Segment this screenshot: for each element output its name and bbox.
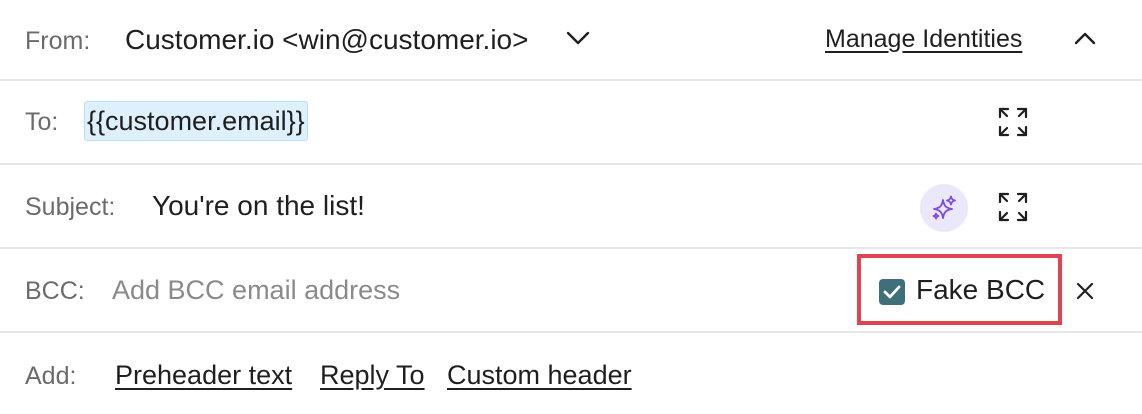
reply-to-link[interactable]: Reply To <box>320 360 425 391</box>
fake-bcc-label[interactable]: Fake BCC <box>916 274 1045 306</box>
fake-bcc-highlight: Fake BCC <box>857 254 1062 325</box>
subject-label: Subject: <box>25 193 116 221</box>
manage-identities-link[interactable]: Manage Identities <box>825 25 1022 54</box>
custom-header-link[interactable]: Custom header <box>447 360 632 391</box>
close-icon[interactable] <box>1075 281 1095 301</box>
add-label: Add: <box>25 362 77 390</box>
chevron-down-icon[interactable] <box>566 29 590 47</box>
expand-icon[interactable] <box>998 107 1028 137</box>
subject-row: Subject: You're on the list! <box>0 165 1142 249</box>
to-email-token[interactable]: {{customer.email}} <box>84 101 308 141</box>
bcc-row: BCC: Add BCC email address Fake BCC <box>0 249 1142 333</box>
preheader-text-link[interactable]: Preheader text <box>115 360 292 391</box>
fake-bcc-checkbox[interactable] <box>879 279 905 305</box>
from-row: From: Customer.io <win@customer.io> Mana… <box>0 0 1142 81</box>
from-label: From: <box>25 27 91 55</box>
sparkles-icon <box>932 195 956 220</box>
to-label: To: <box>25 108 59 136</box>
ai-suggest-button[interactable] <box>920 184 968 232</box>
add-row: Add: Preheader text Reply To Custom head… <box>0 333 1142 414</box>
expand-icon[interactable] <box>998 192 1028 222</box>
check-icon <box>883 285 901 299</box>
chevron-up-icon[interactable] <box>1074 30 1096 46</box>
subject-value[interactable]: You're on the list! <box>152 190 365 222</box>
bcc-label: BCC: <box>25 277 85 305</box>
from-value[interactable]: Customer.io <win@customer.io> <box>125 24 528 56</box>
to-row: To: {{customer.email}} <box>0 81 1142 165</box>
bcc-input[interactable]: Add BCC email address <box>112 275 400 306</box>
